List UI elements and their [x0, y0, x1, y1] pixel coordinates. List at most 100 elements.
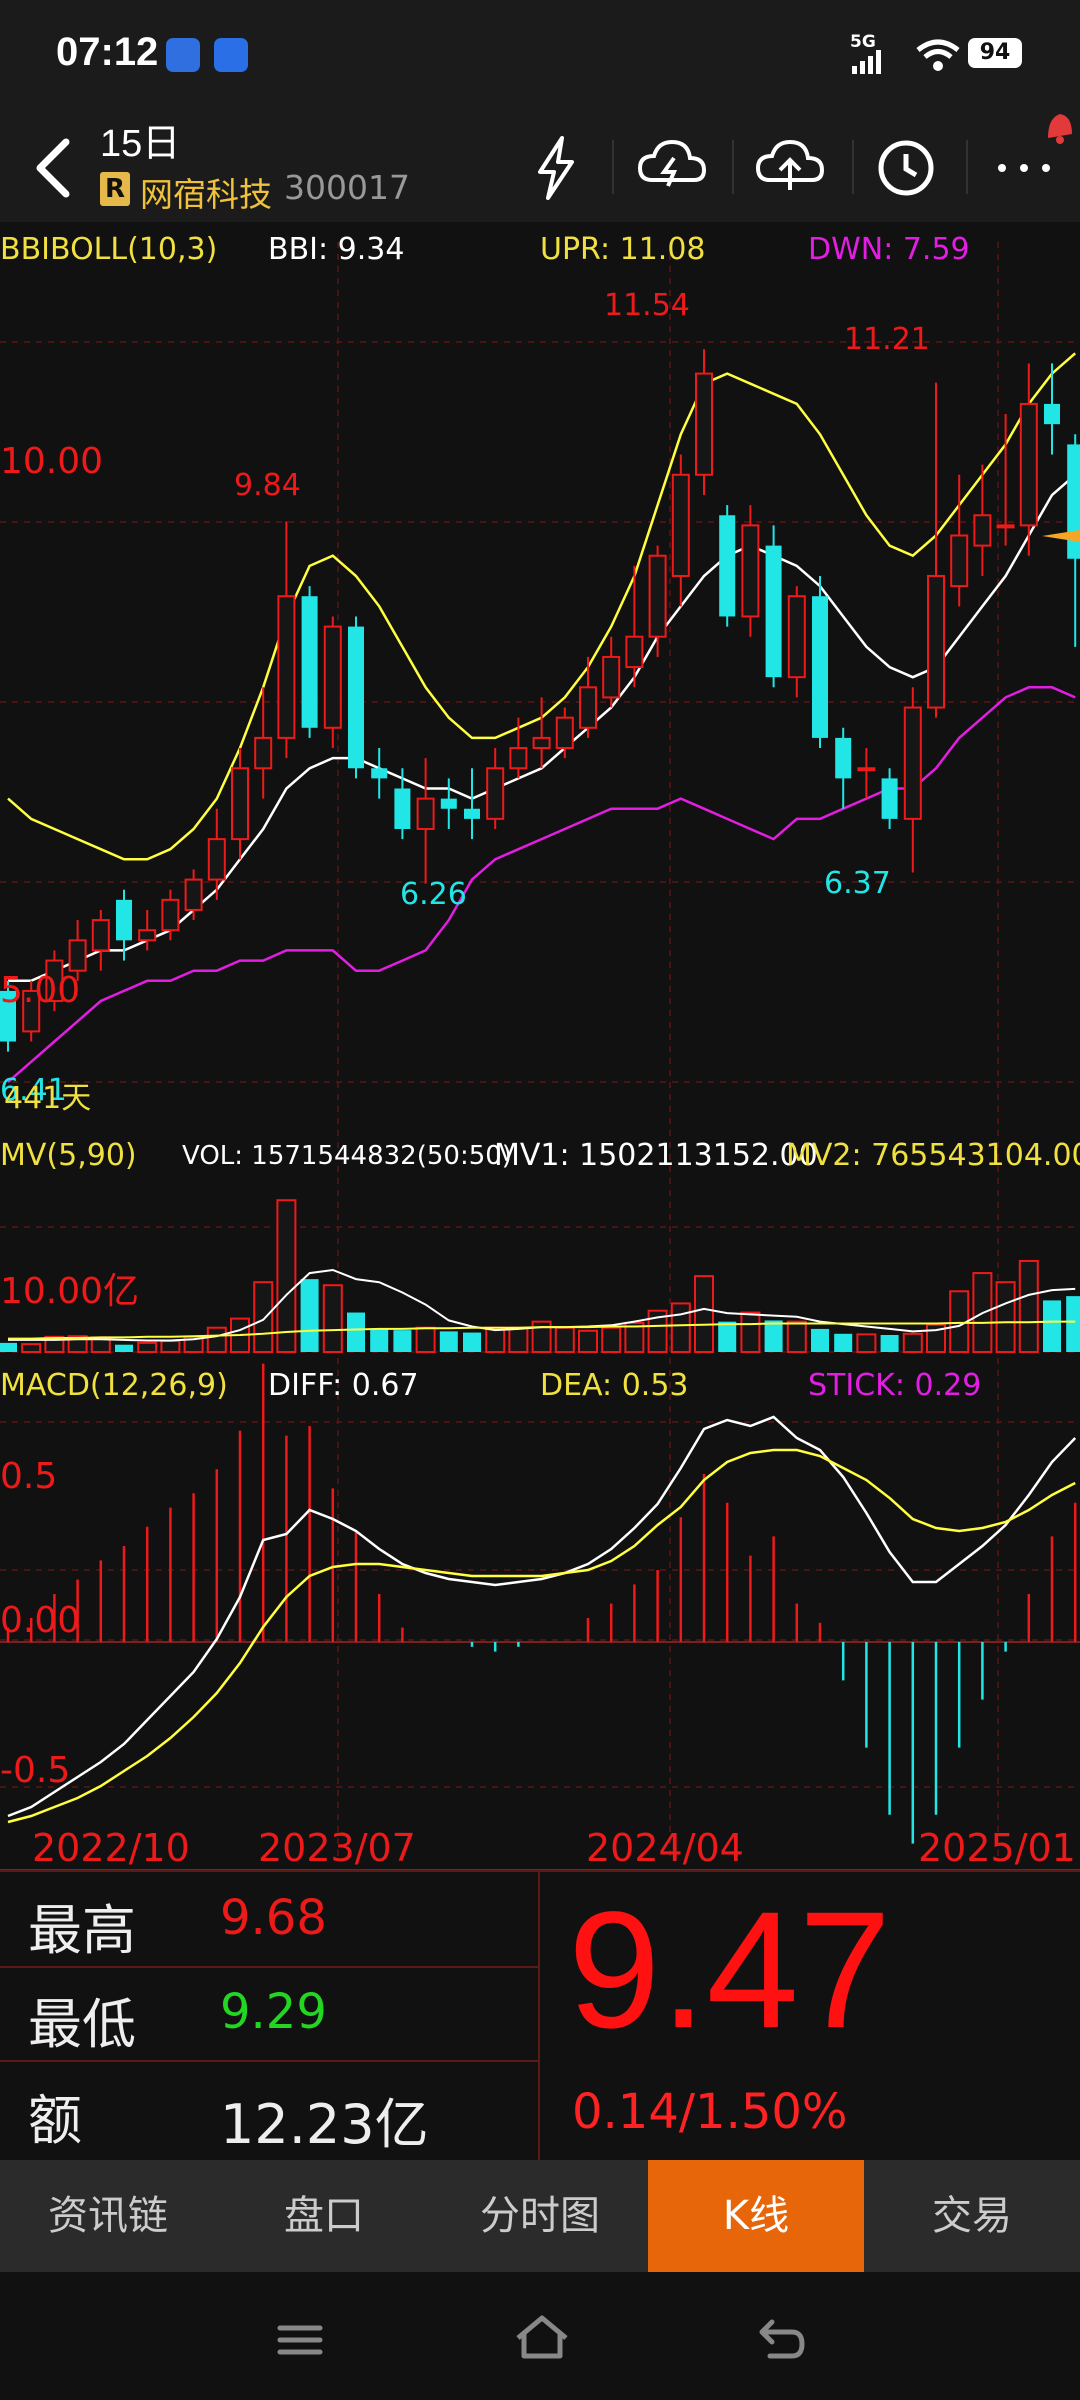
volume-axis: 10.00亿	[0, 1271, 140, 1312]
high-label: 最高	[28, 1899, 136, 1962]
current-price-marker	[1042, 530, 1080, 542]
tab-trade[interactable]: 交易	[864, 2160, 1080, 2272]
back-nav-icon[interactable]	[752, 2308, 812, 2368]
volume-bar	[485, 1326, 506, 1353]
high-value: 9.68	[220, 1890, 327, 1946]
candle-body	[394, 788, 411, 829]
status-icons: 5G 94	[850, 32, 1050, 74]
x-tick: 2024/04	[586, 1826, 744, 1870]
tab-intraday[interactable]: 分时图	[432, 2160, 648, 2272]
candle-body	[602, 655, 621, 699]
candle-body	[903, 706, 922, 820]
low-value: 9.29	[220, 1984, 327, 2040]
volume-bar	[508, 1326, 529, 1353]
candle-body	[787, 595, 806, 679]
candle-body	[323, 625, 342, 729]
macd-axis-top: 0.5	[0, 1456, 58, 1497]
candle-body	[161, 898, 180, 932]
volume-bar	[740, 1311, 761, 1354]
macd-axis-mid: 0.00	[0, 1600, 81, 1641]
rzrq-badge: R	[100, 172, 130, 206]
candle-body	[555, 716, 574, 750]
cloud-upload-icon[interactable]	[750, 128, 830, 208]
candle-body	[116, 899, 132, 941]
mv-name[interactable]: MV(5,90)	[0, 1138, 137, 1173]
peak-label-3: 11.21	[844, 322, 930, 357]
volume-bar	[880, 1335, 899, 1352]
amount-value: 12.23亿	[220, 2093, 429, 2156]
cloud-lightning-icon[interactable]	[632, 128, 712, 208]
candle-body	[509, 747, 528, 770]
volume-bar	[347, 1312, 365, 1352]
divider	[0, 1966, 538, 1968]
price-axis-low: 5.00	[0, 970, 81, 1011]
macd-axis-bottom: -0.5	[0, 1750, 71, 1791]
candle-body	[277, 595, 296, 739]
volume-bar	[115, 1344, 133, 1352]
candle-body	[973, 514, 992, 547]
battery-icon: 94	[968, 38, 1022, 68]
boll-name[interactable]: BBIBOLL(10,3)	[0, 232, 217, 267]
volume-bar	[694, 1275, 714, 1354]
candle-body	[1019, 402, 1038, 527]
tab-kline[interactable]: K线	[648, 2160, 864, 2272]
divider	[538, 1872, 540, 2162]
period-title[interactable]: 15日	[100, 112, 180, 167]
volume-bar	[206, 1326, 227, 1353]
back-icon[interactable]	[22, 128, 82, 208]
candle-body	[625, 635, 644, 669]
volume-bar	[415, 1326, 436, 1353]
dea-line	[7, 1448, 1076, 1824]
wifi-icon	[916, 39, 960, 71]
volume-bar	[300, 1279, 319, 1352]
x-tick: 2022/10	[32, 1826, 190, 1870]
macd-name[interactable]: MACD(12,26,9)	[0, 1368, 228, 1403]
divider	[612, 140, 614, 194]
bottom-tabs: 资讯链 盘口 分时图 K线 交易	[0, 2160, 1080, 2272]
tab-news-chain[interactable]: 资讯链	[0, 2160, 216, 2272]
volume-bar	[21, 1343, 42, 1354]
candle-body	[719, 515, 736, 617]
candle-body	[671, 473, 690, 577]
volume-bar	[718, 1321, 737, 1352]
lightning-icon[interactable]	[516, 128, 596, 208]
volume-bar	[764, 1320, 783, 1352]
signal-icon	[852, 50, 881, 74]
candle-body	[765, 545, 782, 678]
home-icon[interactable]	[510, 2306, 574, 2370]
candle-body	[648, 554, 667, 638]
candle-body	[138, 929, 157, 942]
candle-body	[464, 808, 480, 819]
x-tick: 2023/07	[258, 1826, 416, 1870]
candle-body	[695, 372, 713, 476]
bell-icon[interactable]	[1034, 104, 1080, 150]
candle-body	[91, 919, 110, 952]
volume-bar	[1018, 1259, 1039, 1354]
candle-body	[486, 767, 505, 820]
volume-bar	[1043, 1300, 1061, 1352]
volume-bar	[856, 1333, 877, 1353]
diff-line	[7, 1415, 1077, 1818]
current-price: 9.47	[568, 1878, 892, 2063]
volume-bar	[393, 1330, 412, 1352]
candle-body	[579, 686, 597, 729]
volume-bar	[0, 1342, 17, 1352]
system-navbar	[0, 2272, 1080, 2400]
app-notification-icon	[166, 38, 200, 72]
candle-body	[348, 626, 364, 769]
diff-value: DIFF: 0.67	[268, 1368, 419, 1403]
volume-bar	[995, 1281, 1016, 1354]
tab-order-book[interactable]: 盘口	[216, 2160, 432, 2272]
kline-chart[interactable]	[0, 222, 1080, 1870]
candle-body	[812, 596, 828, 738]
network-type: 5G	[850, 32, 876, 52]
menu-icon[interactable]	[270, 2310, 330, 2370]
volume-bar	[160, 1340, 181, 1353]
candle-body	[1044, 403, 1060, 425]
x-tick: 2025/01	[918, 1826, 1076, 1870]
mv1-value: MV1: 1502113152.00	[494, 1138, 818, 1173]
price-change: 0.14/1.50%	[572, 2084, 848, 2140]
clock-icon[interactable]	[866, 128, 946, 208]
status-time: 07:12	[56, 30, 159, 74]
volume-bar	[1066, 1296, 1080, 1352]
